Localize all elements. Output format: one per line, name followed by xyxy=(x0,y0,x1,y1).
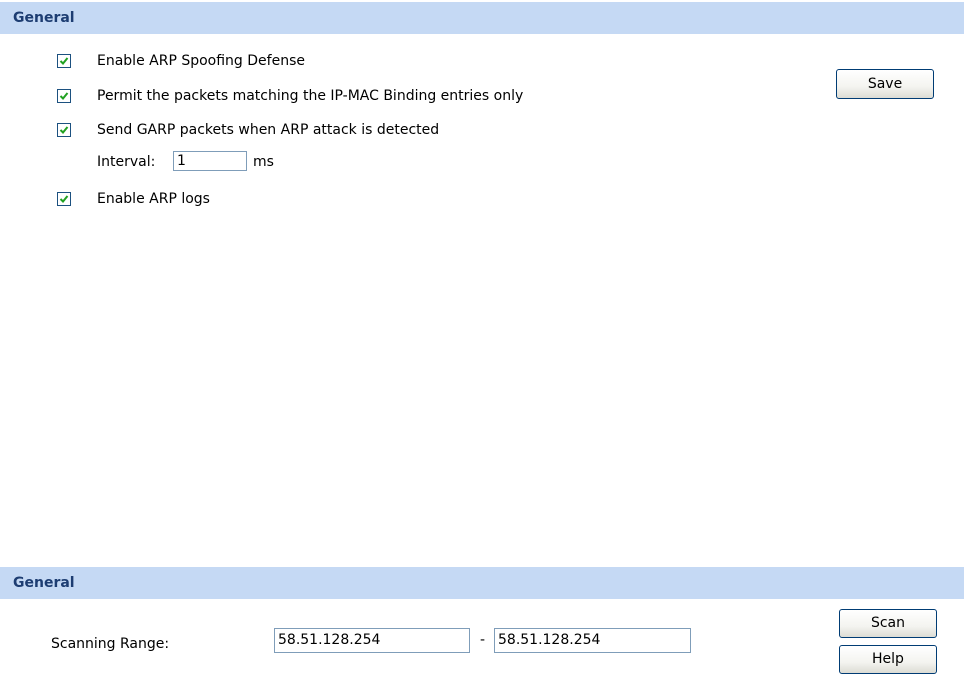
interval-input[interactable]: 1 xyxy=(173,151,247,171)
arp-section-header: General xyxy=(0,2,964,34)
range-separator: - xyxy=(480,632,486,648)
save-button[interactable]: Save xyxy=(836,69,934,99)
send-garp-packets-label: Send GARP packets when ARP attack is det… xyxy=(97,122,440,138)
interval-unit: ms xyxy=(253,154,274,170)
scan-range-end-input[interactable]: 58.51.128.254 xyxy=(494,628,691,653)
enable-arp-logs-checkbox[interactable] xyxy=(57,192,71,206)
interval-label: Interval: xyxy=(97,154,156,170)
enable-arp-spoofing-defense-checkbox[interactable] xyxy=(57,54,71,68)
scan-range-start-input[interactable]: 58.51.128.254 xyxy=(274,628,470,653)
check-icon xyxy=(59,195,69,203)
check-icon xyxy=(59,57,69,65)
check-icon xyxy=(59,126,69,134)
permit-ip-mac-binding-only-label: Permit the packets matching the IP-MAC B… xyxy=(97,88,524,104)
send-garp-packets-checkbox[interactable] xyxy=(57,123,71,137)
scan-button[interactable]: Scan xyxy=(839,609,937,638)
enable-arp-spoofing-defense-label: Enable ARP Spoofing Defense xyxy=(97,53,305,69)
permit-ip-mac-binding-only-checkbox[interactable] xyxy=(57,89,71,103)
enable-arp-logs-label: Enable ARP logs xyxy=(97,191,210,207)
scan-section-header: General xyxy=(0,567,964,599)
scanning-range-label: Scanning Range: xyxy=(51,636,170,652)
help-button[interactable]: Help xyxy=(839,645,937,674)
check-icon xyxy=(59,92,69,100)
